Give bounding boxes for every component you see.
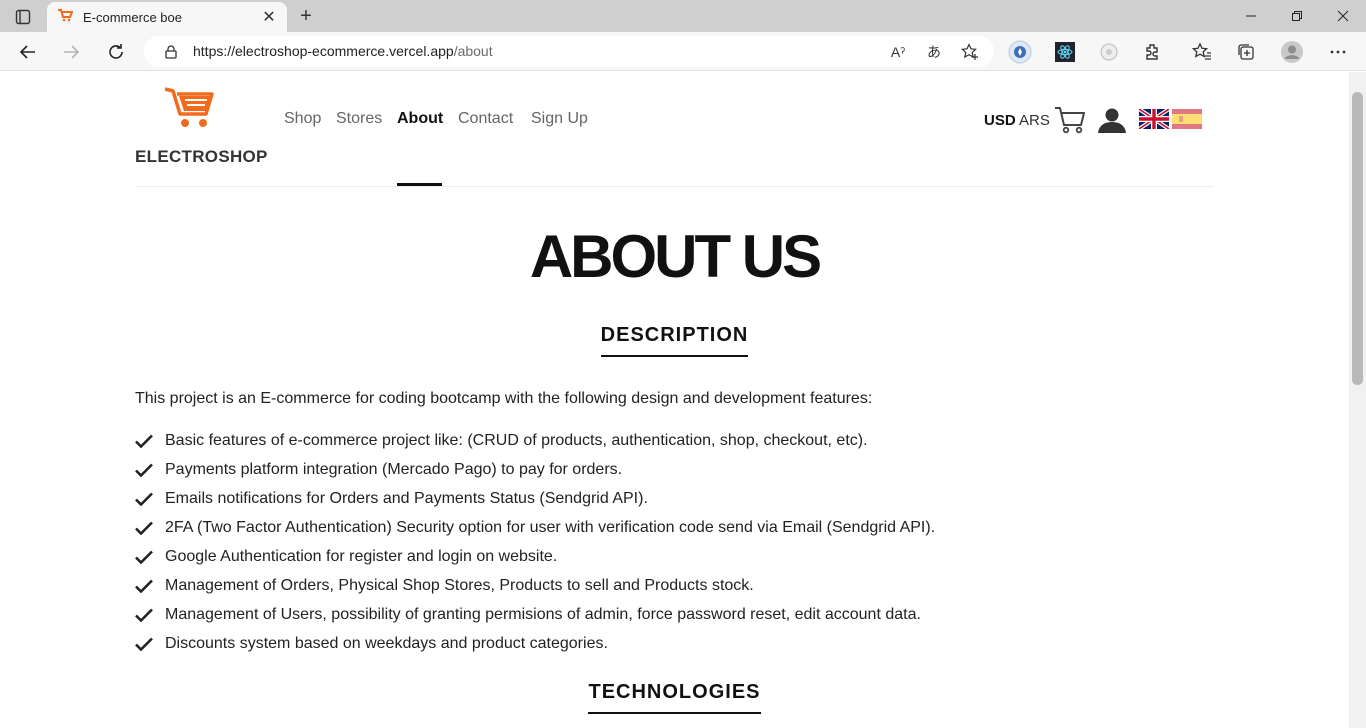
list-item: 2FA (Two Factor Authentication) Security… — [135, 513, 935, 542]
technologies-heading-text: TECHNOLOGIES — [588, 681, 761, 714]
lock-icon[interactable] — [160, 41, 182, 63]
logo[interactable]: ELECTROSHOP — [135, 84, 267, 166]
back-icon[interactable] — [15, 39, 41, 65]
scrollbar-thumb[interactable] — [1352, 92, 1363, 385]
browser-toolbar: https://electroshop-ecommerce.vercel.app… — [0, 32, 1366, 71]
browser-tab-bar: E-commerce boe ✕ + — [0, 0, 1366, 32]
currency-usd[interactable]: USD — [984, 112, 1016, 129]
react-devtools-icon[interactable] — [1053, 40, 1077, 64]
new-tab-icon[interactable]: + — [295, 5, 317, 27]
header-divider — [135, 186, 1214, 187]
intro-text: This project is an E-commerce for coding… — [135, 390, 873, 407]
feature-text: Discounts system based on weekdays and p… — [165, 634, 608, 652]
check-icon — [135, 550, 165, 564]
url-host: https://electroshop-ecommerce.vercel.app — [193, 43, 454, 59]
translate-icon[interactable]: あ — [923, 41, 945, 63]
feature-text: Payments platform integration (Mercado P… — [165, 460, 623, 478]
feature-text: Basic features of e-commerce project lik… — [165, 431, 868, 449]
tab-actions-icon[interactable] — [8, 6, 38, 28]
check-icon — [135, 434, 165, 448]
url-path: /about — [453, 43, 493, 59]
more-menu-icon[interactable] — [1326, 40, 1350, 64]
feature-text: Emails notifications for Orders and Paym… — [165, 489, 648, 507]
description-heading-text: DESCRIPTION — [600, 324, 749, 357]
read-aloud-icon[interactable]: A͏ˀ — [887, 41, 909, 63]
address-bar[interactable]: https://electroshop-ecommerce.vercel.app… — [144, 36, 994, 67]
check-icon — [135, 521, 165, 535]
extensions-icon[interactable] — [1141, 40, 1165, 64]
tab-close-icon[interactable]: ✕ — [261, 7, 277, 27]
nav-stores[interactable]: Stores — [336, 110, 382, 128]
currency-switcher: USD ARS — [984, 112, 1050, 129]
forward-icon[interactable] — [58, 39, 84, 65]
cart-icon[interactable] — [1054, 106, 1086, 139]
check-icon — [135, 637, 165, 651]
tab-title: E-commerce boe — [83, 9, 182, 25]
list-item: Management of Users, possibility of gran… — [135, 600, 935, 629]
cart-logo-icon — [164, 87, 214, 127]
favorites-icon[interactable] — [1190, 40, 1214, 64]
extension-blue-icon[interactable] — [1008, 40, 1032, 64]
feature-text: 2FA (Two Factor Authentication) Security… — [165, 518, 936, 536]
list-item: Basic features of e-commerce project lik… — [135, 426, 935, 455]
url-text: https://electroshop-ecommerce.vercel.app… — [193, 43, 493, 59]
close-window-icon[interactable] — [1320, 0, 1366, 32]
feature-text: Google Authentication for register and l… — [165, 547, 558, 565]
tab-favicon-icon — [57, 8, 74, 27]
feature-text: Management of Users, possibility of gran… — [165, 605, 921, 623]
feature-text: Management of Orders, Physical Shop Stor… — [165, 576, 754, 594]
check-icon — [135, 579, 165, 593]
nav-shop[interactable]: Shop — [284, 110, 321, 128]
brand-name: ELECTROSHOP — [135, 147, 268, 166]
profile-avatar-icon[interactable] — [1280, 40, 1304, 64]
check-icon — [135, 608, 165, 622]
spain-flag-icon[interactable] — [1172, 109, 1202, 134]
currency-ars[interactable]: ARS — [1019, 112, 1050, 129]
browser-tab[interactable]: E-commerce boe ✕ — [47, 2, 287, 32]
nav-about[interactable]: About — [397, 110, 443, 128]
description-heading: DESCRIPTION — [0, 324, 1349, 357]
collections-icon[interactable] — [1234, 40, 1258, 64]
add-favorite-icon[interactable] — [959, 41, 981, 63]
extension-gray-icon[interactable] — [1097, 40, 1121, 64]
page-content: ELECTROSHOP Shop Stores About Contact Si… — [0, 72, 1349, 728]
uk-flag-icon[interactable] — [1137, 107, 1171, 134]
nav-contact[interactable]: Contact — [458, 110, 513, 128]
list-item: Google Authentication for register and l… — [135, 542, 935, 571]
page-title: ABOUT US — [529, 223, 822, 290]
list-item: Discounts system based on weekdays and p… — [135, 629, 935, 658]
refresh-icon[interactable] — [103, 39, 129, 65]
features-list: Basic features of e-commerce project lik… — [135, 426, 935, 658]
minimize-icon[interactable] — [1228, 0, 1274, 32]
nav-sign-up[interactable]: Sign Up — [531, 110, 588, 128]
check-icon — [135, 463, 165, 477]
list-item: Payments platform integration (Mercado P… — [135, 455, 935, 484]
list-item: Emails notifications for Orders and Paym… — [135, 484, 935, 513]
user-account-icon[interactable] — [1097, 107, 1127, 138]
list-item: Management of Orders, Physical Shop Stor… — [135, 571, 935, 600]
restore-icon[interactable] — [1274, 0, 1320, 32]
technologies-heading: TECHNOLOGIES — [0, 681, 1349, 714]
check-icon — [135, 492, 165, 506]
